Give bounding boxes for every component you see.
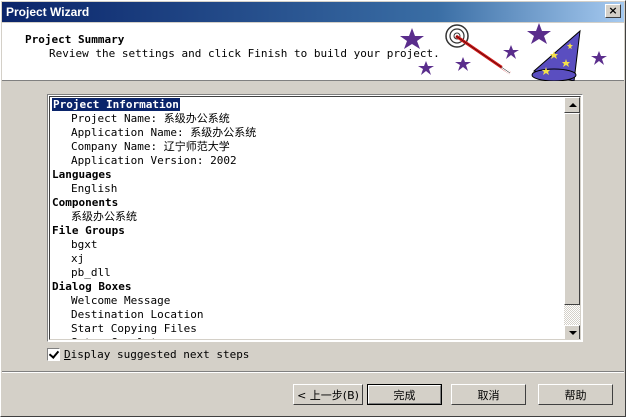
- finish-button[interactable]: 完成: [367, 384, 442, 405]
- star-icon: [527, 23, 551, 44]
- cancel-button[interactable]: 取消: [451, 384, 526, 405]
- summary-item[interactable]: English: [52, 182, 562, 196]
- star-icon: [591, 51, 607, 65]
- summary-listbox[interactable]: Project Information Project Name: 系级办公系统 A…: [47, 94, 583, 342]
- star-icon: [400, 28, 424, 49]
- star-icon: [503, 45, 519, 59]
- summary-section-heading[interactable]: Components: [52, 196, 562, 210]
- close-icon: ×: [608, 4, 618, 17]
- scroll-up-button[interactable]: [564, 97, 580, 113]
- page-subtitle: Review the settings and click Finish to …: [49, 47, 440, 60]
- summary-item[interactable]: pb_dll: [52, 266, 562, 280]
- summary-item[interactable]: Destination Location: [52, 308, 562, 322]
- display-next-steps-label[interactable]: Display suggested next steps: [64, 348, 249, 361]
- window-title: Project Wizard: [6, 5, 90, 19]
- summary-item[interactable]: Project Name: 系级办公系统: [52, 112, 562, 126]
- display-next-steps-option[interactable]: Display suggested next steps: [47, 347, 249, 361]
- back-button[interactable]: < 上一步(B): [293, 384, 363, 405]
- scroll-down-icon: [569, 331, 577, 335]
- summary-item[interactable]: Start Copying Files: [52, 322, 562, 336]
- summary-item[interactable]: Setup Complete: [52, 336, 562, 339]
- star-icon: [418, 61, 434, 75]
- star-icon: [455, 57, 471, 71]
- summary-item[interactable]: xj: [52, 252, 562, 266]
- summary-item[interactable]: bgxt: [52, 238, 562, 252]
- summary-item[interactable]: Welcome Message: [52, 294, 562, 308]
- help-button[interactable]: 帮助: [538, 384, 613, 405]
- summary-item[interactable]: Application Version: 2002: [52, 154, 562, 168]
- summary-item[interactable]: 系级办公系统: [52, 210, 562, 224]
- summary-item[interactable]: Company Name: 辽宁师范大学: [52, 140, 562, 154]
- button-separator: [2, 371, 624, 373]
- close-button[interactable]: ×: [605, 4, 621, 18]
- scroll-down-button[interactable]: [564, 325, 580, 339]
- wizard-header: Project Summary Review the settings and …: [2, 23, 624, 81]
- title-bar[interactable]: Project Wizard ×: [2, 2, 624, 22]
- scroll-up-icon: [569, 103, 577, 107]
- summary-section-heading[interactable]: Dialog Boxes: [52, 280, 562, 294]
- wizard-wand-icon: [445, 24, 511, 75]
- summary-tree: Project Information Project Name: 系级办公系统 A…: [52, 98, 562, 339]
- page-title: Project Summary: [25, 33, 125, 46]
- scroll-thumb[interactable]: [564, 113, 580, 305]
- display-next-steps-checkbox[interactable]: [47, 347, 60, 361]
- summary-section-heading[interactable]: Languages: [52, 168, 562, 182]
- vertical-scrollbar[interactable]: [564, 97, 580, 339]
- summary-section-heading[interactable]: Project Information: [52, 98, 562, 112]
- wizard-art: [400, 23, 607, 81]
- summary-item[interactable]: Application Name: 系级办公系统: [52, 126, 562, 140]
- summary-section-heading[interactable]: File Groups: [52, 224, 562, 238]
- project-wizard-window: Project Wizard × Project Summary Review …: [0, 0, 626, 417]
